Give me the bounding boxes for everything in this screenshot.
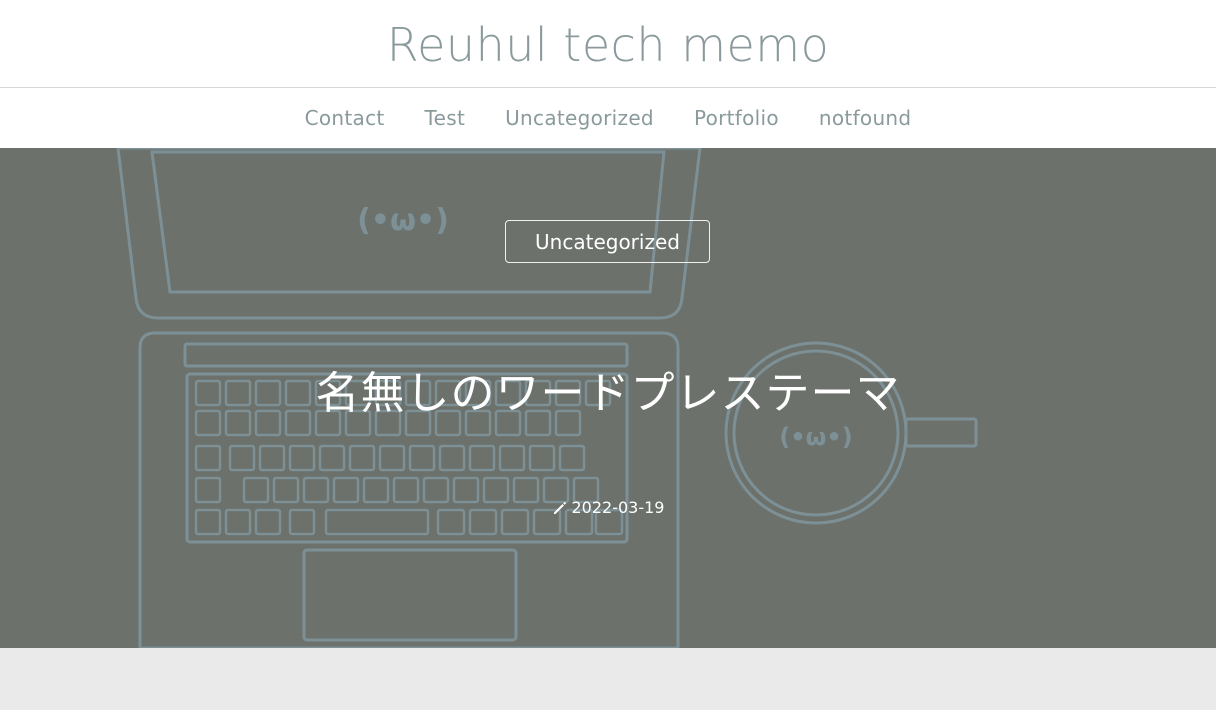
post-title: 名無しのワードプレステーマ <box>315 368 901 419</box>
site-title-link[interactable]: Reuhul tech memo <box>387 22 830 68</box>
content-area <box>0 648 1216 710</box>
nav-item-portfolio[interactable]: Portfolio <box>674 106 799 130</box>
nav-item-contact[interactable]: Contact <box>285 106 405 130</box>
post-hero: (•ω•) (•ω•) Uncategorized 名無しのワードプレステーマ … <box>0 148 1216 648</box>
nav-item-test[interactable]: Test <box>405 106 486 130</box>
nav-item-notfound[interactable]: notfound <box>799 106 931 130</box>
site-header: Reuhul tech memo <box>0 0 1216 88</box>
category-badge[interactable]: Uncategorized <box>505 220 710 263</box>
post-date-text: 2022-03-19 <box>571 498 665 517</box>
pencil-icon <box>553 501 566 514</box>
main-nav: Contact Test Uncategorized Portfolio not… <box>0 88 1216 148</box>
hero-content: Uncategorized 名無しのワードプレステーマ 2022-03-19 <box>0 148 1216 648</box>
nav-item-uncategorized[interactable]: Uncategorized <box>485 106 674 130</box>
post-date: 2022-03-19 <box>0 498 1216 517</box>
